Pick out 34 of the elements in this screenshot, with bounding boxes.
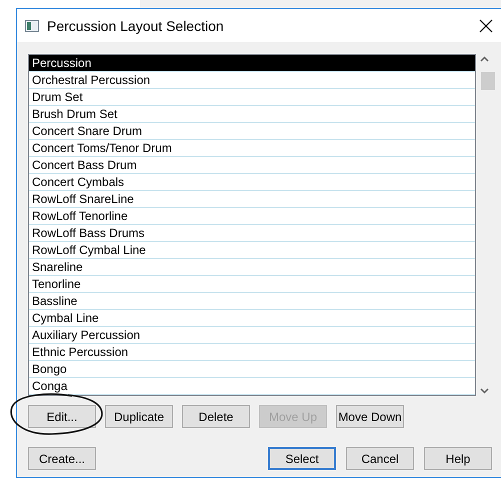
list-item[interactable]: Orchestral Percussion	[29, 72, 475, 89]
scroll-down-icon[interactable]	[480, 388, 489, 394]
app-window-icon	[25, 20, 39, 32]
list-item[interactable]: Percussion	[29, 55, 475, 72]
window-title: Percussion Layout Selection	[47, 18, 225, 34]
close-icon[interactable]	[479, 18, 493, 32]
scroll-up-icon[interactable]	[480, 56, 489, 62]
list-item[interactable]: Auxiliary Percussion	[29, 327, 475, 344]
list-item[interactable]: Tenorline	[29, 276, 475, 293]
dialog-button[interactable]: Select	[268, 447, 336, 470]
list-item[interactable]: Bassline	[29, 293, 475, 310]
list-item[interactable]: RowLoff Bass Drums	[29, 225, 475, 242]
list-item[interactable]: Ethnic Percussion	[29, 344, 475, 361]
list-item[interactable]: Cymbal Line	[29, 310, 475, 327]
list-item[interactable]: Conga	[29, 378, 475, 395]
list-item[interactable]: Brush Drum Set	[29, 106, 475, 123]
create-button[interactable]: Create...	[28, 447, 96, 470]
scroll-thumb[interactable]	[481, 72, 495, 90]
list-action-button[interactable]: Duplicate	[105, 405, 173, 428]
list-item[interactable]: Concert Cymbals	[29, 174, 475, 191]
list-item[interactable]: RowLoff Tenorline	[29, 208, 475, 225]
dialog-button[interactable]: Cancel	[346, 447, 414, 470]
list-item[interactable]: Bongo	[29, 361, 475, 378]
list-item[interactable]: Snareline	[29, 259, 475, 276]
list-action-button[interactable]: Delete	[182, 405, 250, 428]
dialog-button[interactable]: Help	[424, 447, 492, 470]
list-item[interactable]: Drum Set	[29, 89, 475, 106]
list-action-button[interactable]: Move Down	[336, 405, 404, 428]
list-action-button[interactable]: Edit...	[28, 405, 96, 428]
list-item[interactable]: RowLoff Cymbal Line	[29, 242, 475, 259]
list-item[interactable]: RowLoff SnareLine	[29, 191, 475, 208]
list-item[interactable]: Concert Bass Drum	[29, 157, 475, 174]
list-item[interactable]: Concert Snare Drum	[29, 123, 475, 140]
list-item[interactable]: Concert Toms/Tenor Drum	[29, 140, 475, 157]
